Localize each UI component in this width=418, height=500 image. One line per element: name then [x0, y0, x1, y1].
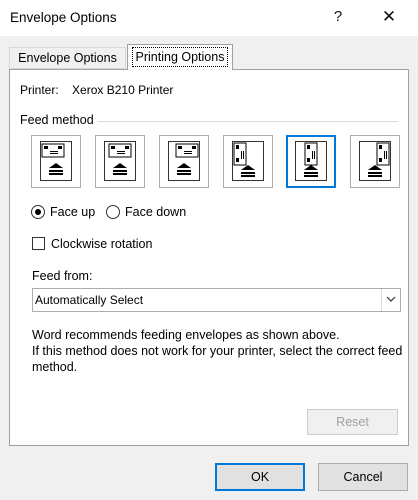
feed-from-label: Feed from: [32, 269, 93, 283]
envelope-horizontal-left-icon [40, 141, 72, 181]
face-down-radio-indicator[interactable] [106, 205, 120, 219]
face-up-radio-indicator[interactable] [31, 205, 45, 219]
clockwise-rotation-checkbox[interactable]: Clockwise rotation [32, 237, 152, 251]
note-line-2: If this method does not work for your pr… [32, 344, 403, 374]
face-up-radio[interactable]: Face up [31, 205, 95, 221]
feed-recommendation-note: Word recommends feeding envelopes as sho… [32, 327, 407, 375]
printing-options-panel: Printer: Xerox B210 Printer Feed method [9, 69, 409, 446]
feed-method-vertical-center[interactable] [286, 135, 336, 188]
face-up-label: Face up [50, 205, 96, 219]
feed-method-horizontal-right[interactable] [159, 135, 209, 188]
printer-label: Printer: [20, 83, 59, 97]
tab-envelope-options[interactable]: Envelope Options [9, 47, 126, 69]
clockwise-rotation-label: Clockwise rotation [51, 237, 153, 251]
window-title: Envelope Options [10, 10, 117, 25]
reset-button[interactable]: Reset [307, 409, 398, 435]
feed-method-horizontal-center[interactable] [95, 135, 145, 188]
feed-from-value: Automatically Select [35, 293, 144, 307]
feed-method-vertical-right[interactable] [350, 135, 400, 188]
feed-from-select[interactable]: Automatically Select [32, 288, 401, 312]
printer-row: Printer: Xerox B210 Printer [20, 83, 173, 97]
feed-method-vertical-left[interactable] [223, 135, 273, 188]
title-bar: Envelope Options ? ✕ [0, 0, 418, 36]
ok-button[interactable]: OK [215, 463, 305, 491]
chevron-down-icon[interactable] [381, 289, 400, 311]
envelope-horizontal-center-icon [104, 141, 136, 181]
note-line-1: Word recommends feeding envelopes as sho… [32, 328, 340, 342]
tab-printing-options[interactable]: Printing Options [127, 44, 233, 70]
tab-envelope-options-label: Envelope Options [18, 51, 117, 65]
envelope-vertical-right-icon [359, 141, 391, 181]
feed-method-horizontal-left[interactable] [31, 135, 81, 188]
envelope-vertical-center-icon [295, 141, 327, 181]
face-down-radio[interactable]: Face down [106, 205, 186, 221]
face-down-label: Face down [125, 205, 187, 219]
envelope-vertical-left-icon [232, 141, 264, 181]
feed-method-divider [98, 121, 398, 122]
envelope-horizontal-right-icon [168, 141, 200, 181]
tab-printing-options-label: Printing Options [131, 47, 229, 67]
printer-name: Xerox B210 Printer [72, 83, 174, 97]
help-button[interactable]: ? [326, 4, 350, 30]
close-button[interactable]: ✕ [374, 4, 404, 30]
cancel-button[interactable]: Cancel [318, 463, 408, 491]
clockwise-rotation-check-box[interactable] [32, 237, 45, 250]
feed-method-label: Feed method [20, 113, 94, 127]
